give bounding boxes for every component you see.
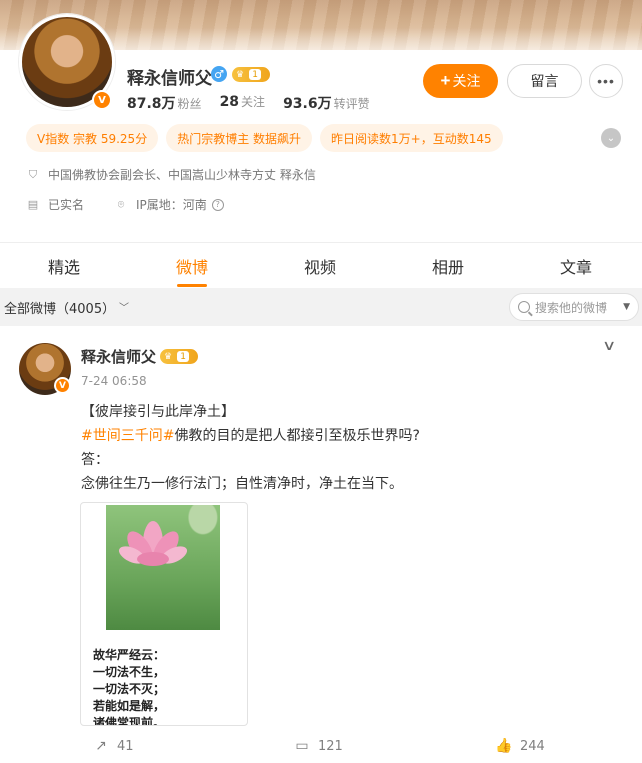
section-divider xyxy=(0,242,642,243)
lotus-flower-icon xyxy=(118,521,188,566)
message-button[interactable]: 留言 xyxy=(507,64,582,98)
stat-value: 87.8万 xyxy=(127,96,176,112)
stat-followers[interactable]: 87.8万 粉丝 xyxy=(127,93,202,113)
profile-tabs: 精选 微博 视频 相册 文章 xyxy=(0,244,642,288)
plus-icon: + xyxy=(440,71,451,90)
repost-button[interactable]: ↗ 41 xyxy=(93,738,134,754)
verse-line: 诸佛常现前。 xyxy=(93,716,166,726)
active-tab-indicator xyxy=(177,284,207,287)
post-answer: 念佛往生乃一修行法门；自性清净时，净土在当下。 xyxy=(81,476,403,492)
post-body: 【彼岸接引与此岸净土】 #世间三千问#佛教的目的是把人都接引至极乐世界吗? 答：… xyxy=(81,400,621,496)
post-search-input[interactable]: 搜索他的微博 ▼ xyxy=(509,293,639,321)
verified-badge-icon: V xyxy=(92,90,112,110)
stat-label: 关注 xyxy=(241,95,266,109)
thumbs-up-icon: 👍 xyxy=(495,738,513,754)
follow-label: 关注 xyxy=(452,73,481,89)
real-name-text: 已实名 xyxy=(48,198,85,212)
chevron-down-icon[interactable]: ﹀ xyxy=(119,299,129,314)
tag-daily-reads[interactable]: 昨日阅读数1万+，互动数145 xyxy=(320,124,503,152)
post-answer-label: 答： xyxy=(81,452,109,468)
id-card-icon: ▤ xyxy=(27,198,39,211)
crown-icon: ♛ xyxy=(236,69,245,80)
follow-button[interactable]: + 关注 xyxy=(423,64,498,98)
search-icon xyxy=(518,301,530,313)
repost-count: 41 xyxy=(117,738,134,754)
level-badge-icon[interactable]: ♛ 1 xyxy=(160,349,198,364)
profile-name: 释永信师父 xyxy=(127,69,212,89)
post-question-line: #世间三千问#佛教的目的是把人都接引至极乐世界吗? xyxy=(81,424,621,448)
description-text: 中国佛教协会副会长、中国嵩山少林寺方丈 释永信 xyxy=(48,168,316,182)
post-image[interactable]: 故华严经云： 一切法不生， 一切法不灭； 若能如是解， 诸佛常现前。 xyxy=(80,502,248,726)
tab-featured[interactable]: 精选 xyxy=(32,244,96,288)
comment-count: 121 xyxy=(318,738,343,754)
verse-line: 一切法不灭； xyxy=(93,682,166,696)
comment-button[interactable]: ▭ 121 xyxy=(294,738,343,754)
tag-hot-blogger[interactable]: 热门宗教博主 数据飙升 xyxy=(166,124,313,152)
repost-icon: ↗ xyxy=(95,738,107,754)
stat-label: 转评赞 xyxy=(333,97,370,111)
more-options-button[interactable]: ••• xyxy=(589,64,623,98)
level-badge-icon[interactable]: ♛ 1 xyxy=(232,67,270,82)
image-verse: 故华严经云： 一切法不生， 一切法不灭； 若能如是解， 诸佛常现前。 xyxy=(93,647,233,726)
shield-icon: ⛉ xyxy=(28,167,38,181)
post-actions: ↗ 41 ▭ 121 👍 244 xyxy=(0,730,642,763)
hashtag-link[interactable]: #世间三千问# xyxy=(81,428,174,444)
post-author-name[interactable]: 释永信师父 xyxy=(81,346,156,367)
verse-line: 故华严经云： xyxy=(93,648,166,662)
stat-value: 28 xyxy=(219,94,240,110)
search-placeholder: 搜索他的微博 xyxy=(535,300,608,315)
male-gender-icon: ♂ xyxy=(211,66,227,82)
crown-icon: ♛ xyxy=(164,351,173,362)
stat-value: 93.6万 xyxy=(283,96,332,112)
tab-video[interactable]: 视频 xyxy=(288,244,352,288)
tab-weibo[interactable]: 微博 xyxy=(160,244,224,288)
verified-badge-icon: V xyxy=(54,377,71,394)
info-meta: ▤ 已实名 ⌾ IP属地：河南 ? xyxy=(26,196,224,213)
tags-expand-chevron-icon[interactable]: ⌄ xyxy=(601,128,621,148)
help-icon[interactable]: ? xyxy=(211,198,224,211)
info-description: ⛉ 中国佛教协会副会长、中国嵩山少林寺方丈 释永信 xyxy=(26,166,316,183)
like-button[interactable]: 👍 244 xyxy=(495,738,545,754)
tab-article[interactable]: 文章 xyxy=(544,244,608,288)
stat-label: 粉丝 xyxy=(177,97,202,111)
profile-stats: 87.8万 粉丝 28 关注 93.6万 转评赞 xyxy=(127,93,370,113)
post-menu-chevron-icon[interactable]: ∨ xyxy=(602,338,616,354)
verse-line: 一切法不生， xyxy=(93,665,166,679)
lotus-photo xyxy=(106,505,220,630)
verse-line: 若能如是解， xyxy=(93,699,166,713)
profile-tags: V指数 宗教 59.25分 热门宗教博主 数据飙升 昨日阅读数1万+，互动数14… xyxy=(26,124,503,152)
ip-location-text: IP属地：河南 xyxy=(136,198,207,212)
filter-all-posts[interactable]: 全部微博（4005） xyxy=(4,298,115,317)
caret-down-icon[interactable]: ▼ xyxy=(623,302,630,312)
post-timestamp[interactable]: 7-24 06:58 xyxy=(81,374,147,388)
post-title: 【彼岸接引与此岸净土】 xyxy=(81,404,235,420)
tab-album[interactable]: 相册 xyxy=(416,244,480,288)
stat-interactions[interactable]: 93.6万 转评赞 xyxy=(283,93,370,113)
tag-v-index[interactable]: V指数 宗教 59.25分 xyxy=(26,124,159,152)
like-count: 244 xyxy=(520,738,545,754)
post-question: 佛教的目的是把人都接引至极乐世界吗? xyxy=(174,428,420,444)
level-number: 1 xyxy=(177,351,190,362)
filter-bar: 全部微博（4005） ﹀ 搜索他的微博 ▼ xyxy=(0,288,642,326)
stat-following[interactable]: 28 关注 xyxy=(220,93,266,113)
location-icon: ⌾ xyxy=(117,197,125,211)
level-number: 1 xyxy=(249,69,262,80)
comment-icon: ▭ xyxy=(295,738,309,754)
